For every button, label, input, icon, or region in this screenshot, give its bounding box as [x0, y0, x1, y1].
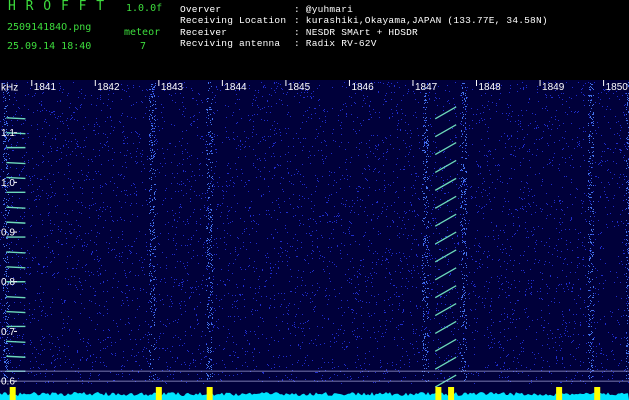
- filename-label: 250914184O.png: [7, 22, 92, 33]
- y-tick-label: 1.1: [1, 128, 15, 139]
- meteor-echo: [6, 340, 26, 344]
- meteor-echo: [6, 161, 26, 165]
- x-tick-label: 1847: [415, 82, 438, 93]
- meteor-echo: [6, 310, 26, 314]
- y-tick-label: 0.6: [1, 377, 15, 388]
- meteor-echo: [6, 251, 26, 254]
- app-title: H R O F F T: [8, 0, 106, 14]
- spectrogram: kHz 1.1 1.0 0.9 0.8 0.7 0.6 1841 1842 1843 1844 1…: [0, 80, 629, 400]
- x-tick-label: 1842: [97, 82, 120, 93]
- y-unit-label: kHz: [1, 82, 18, 93]
- x-tick-label: 1843: [161, 82, 184, 93]
- meteor-burst: [206, 387, 213, 400]
- meteor-echo: [6, 355, 26, 358]
- meteor-burst: [448, 387, 455, 400]
- meteor-echo: [6, 295, 26, 299]
- meteor-echo: [6, 221, 26, 224]
- meteor-echo: [6, 266, 26, 269]
- meteor-burst: [435, 387, 442, 400]
- meteor-echo: [6, 206, 26, 209]
- location-value: : kurashiki,Okayama,JAPAN (133.77E, 34.5…: [294, 15, 548, 26]
- y-tick-label: 1.0: [1, 178, 15, 189]
- meteor-echo: [6, 117, 26, 120]
- datetime-label: 25.09.14 18:40: [7, 41, 92, 52]
- meteor-count: 7: [140, 41, 147, 52]
- meteor-label: meteor: [124, 27, 161, 38]
- app-version: 1.0.0f: [126, 3, 163, 14]
- meteor-burst: [594, 387, 601, 400]
- x-tick-label: 1845: [288, 82, 311, 93]
- antenna-label: Recviving antenna: [180, 38, 281, 49]
- x-tick-label: 1841: [34, 82, 57, 93]
- y-tick-label: 0.9: [1, 228, 15, 239]
- x-tick-label: 1848: [479, 82, 502, 93]
- meteor-burst: [556, 387, 563, 400]
- location-label: Receiving Location: [180, 15, 287, 26]
- x-tick-label: 1846: [351, 82, 374, 93]
- x-tick-label: 1850: [606, 82, 629, 93]
- y-tick-label: 0.8: [1, 277, 15, 288]
- y-tick-label: 0.7: [1, 327, 15, 338]
- x-tick-label: 1849: [542, 82, 565, 93]
- meteor-burst: [155, 387, 162, 400]
- x-tick-label: 1844: [224, 82, 247, 93]
- meteor-burst: [9, 387, 16, 400]
- antenna-value: : Radix RV-62V: [294, 38, 377, 49]
